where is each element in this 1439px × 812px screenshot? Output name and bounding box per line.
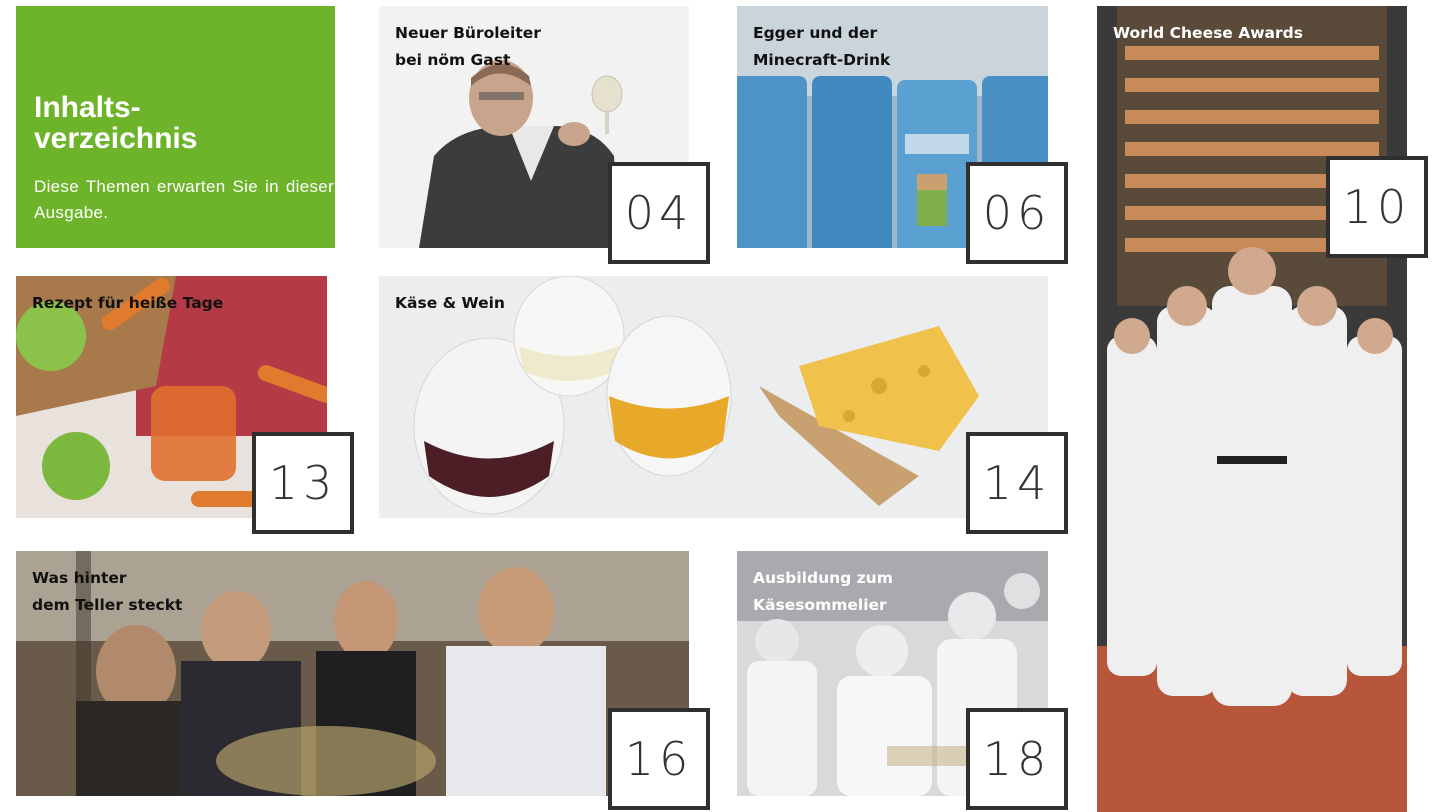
page-number-box[interactable]: 18: [966, 708, 1068, 810]
toc-header-box: Inhalts- verzeichnis Diese Themen erwart…: [16, 6, 335, 248]
article-caption: Rezept für heiße Tage: [32, 294, 224, 312]
article-card-teller[interactable]: Was hinter dem Teller steckt: [16, 551, 689, 796]
page-number-box[interactable]: 13: [252, 432, 354, 534]
toc-subtitle: Diese Themen erwarten Sie in dieser Ausg…: [34, 177, 334, 222]
article-caption: World Cheese Awards: [1113, 24, 1303, 42]
page-number-box[interactable]: 04: [608, 162, 710, 264]
article-caption: Neuer Büroleiter bei nöm Gast: [395, 24, 541, 69]
photo-cheese-team: [1097, 6, 1407, 812]
article-caption: Ausbildung zum Käsesommelier: [753, 569, 893, 614]
toc-title: Inhalts- verzeichnis: [34, 92, 324, 154]
page-number-box[interactable]: 06: [966, 162, 1068, 264]
page-number-box[interactable]: 14: [966, 432, 1068, 534]
page-number-box[interactable]: 16: [608, 708, 710, 810]
article-caption: Was hinter dem Teller steckt: [32, 569, 183, 614]
page-number-box[interactable]: 10: [1326, 156, 1428, 258]
article-card-kaese-wein[interactable]: Käse & Wein: [379, 276, 1048, 518]
article-caption: Käse & Wein: [395, 294, 505, 312]
toc-title-line2: verzeichnis: [34, 122, 198, 155]
article-caption: Egger und der Minecraft-Drink: [753, 24, 891, 69]
toc-title-line1: Inhalts-: [34, 91, 141, 124]
article-card-world-cheese-awards[interactable]: World Cheese Awards: [1097, 6, 1407, 812]
